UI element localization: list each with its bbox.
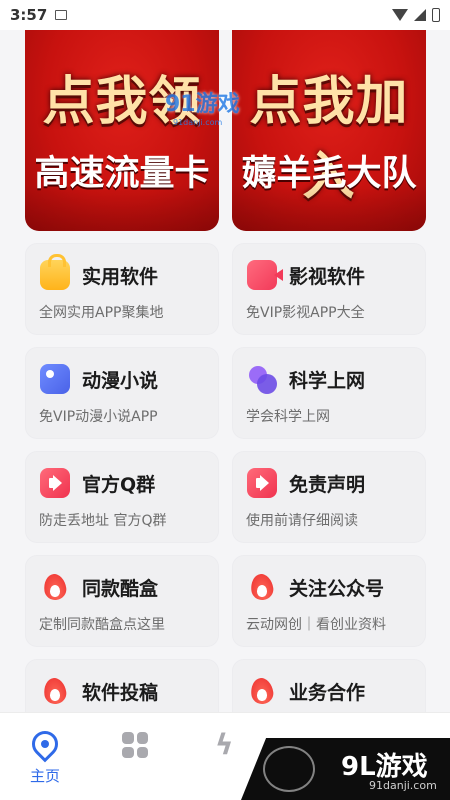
card-vpn-guide[interactable]: 科学上网 学会科学上网 — [232, 347, 426, 439]
flame-icon — [40, 676, 70, 706]
flame-icon — [247, 572, 277, 602]
watermark: 91游戏 91danji.com — [165, 86, 265, 127]
card-title: 实用软件 — [82, 266, 159, 288]
logo-url: 91danji.com — [369, 779, 437, 792]
image-notification-icon — [55, 10, 68, 20]
card-title: 影视软件 — [289, 266, 366, 288]
card-same-box[interactable]: 同款酷盒 定制同款酷盒点这里 — [25, 555, 219, 647]
card-subtitle: 免VIP动漫小说APP — [39, 409, 158, 425]
status-time: 3:57 — [10, 6, 48, 24]
flame-icon — [40, 572, 70, 602]
card-title: 免责声明 — [289, 474, 366, 496]
shopping-bag-icon — [40, 254, 70, 290]
watermark-logo: 91游戏 — [165, 92, 240, 117]
image-book-icon — [40, 364, 70, 394]
card-disclaimer[interactable]: 免责声明 使用前请仔细阅读 — [232, 451, 426, 543]
overlapping-circles-icon — [247, 364, 277, 394]
lightning-icon: ϟ — [215, 728, 234, 761]
card-subtitle: 防走丢地址 官方Q群 — [39, 513, 167, 529]
watermark-url: 91danji.com — [173, 118, 223, 127]
nav-home-label: 主页 — [29, 767, 60, 785]
card-title: 业务合作 — [289, 682, 366, 704]
card-title: 动漫小说 — [82, 370, 159, 392]
video-camera-icon — [247, 260, 283, 290]
card-title: 同款酷盒 — [82, 578, 159, 600]
card-title: 关注公众号 — [289, 578, 385, 600]
status-icons — [392, 8, 440, 22]
card-subtitle: 云动网创｜看创业资料 — [246, 617, 386, 633]
card-anime-novels[interactable]: 动漫小说 免VIP动漫小说APP — [25, 347, 219, 439]
flame-icon — [247, 676, 277, 706]
card-title: 官方Q群 — [82, 474, 156, 496]
logo-ring-icon — [263, 746, 315, 792]
megaphone-icon — [247, 468, 277, 498]
nav-apps[interactable] — [105, 725, 165, 785]
logo-text: 9L游戏 — [341, 752, 428, 782]
banner-subline: 薅羊毛大队 — [241, 154, 417, 194]
card-official-qq-group[interactable]: 官方Q群 防走丢地址 官方Q群 — [25, 451, 219, 543]
card-subtitle: 免VIP影视APP大全 — [246, 305, 365, 321]
card-utility-apps[interactable]: 实用软件 全网实用APP聚集地 — [25, 243, 219, 335]
megaphone-icon — [40, 468, 70, 498]
location-pin-icon — [26, 725, 64, 763]
logo-overlay: 9L游戏 91danji.com — [241, 738, 450, 800]
card-follow-account[interactable]: 关注公众号 云动网创｜看创业资料 — [232, 555, 426, 647]
card-subtitle: 使用前请仔细阅读 — [246, 513, 358, 529]
banner-headline: 点我加入 — [249, 72, 409, 207]
signal-icon — [414, 9, 426, 21]
banner-subline: 高速流量卡 — [34, 154, 210, 194]
card-video-apps[interactable]: 影视软件 免VIP影视APP大全 — [232, 243, 426, 335]
card-subtitle: 定制同款酷盒点这里 — [39, 617, 165, 633]
card-title: 软件投稿 — [82, 682, 159, 704]
nav-home[interactable]: 主页 — [15, 725, 75, 785]
card-title: 科学上网 — [289, 370, 366, 392]
grid-icon — [122, 732, 148, 758]
status-bar: 3:57 — [0, 0, 450, 30]
nav-lightning[interactable]: ϟ — [195, 725, 255, 785]
card-subtitle: 学会科学上网 — [246, 409, 330, 425]
battery-icon — [432, 8, 440, 22]
card-subtitle: 全网实用APP聚集地 — [39, 305, 164, 321]
wifi-icon — [392, 9, 408, 21]
